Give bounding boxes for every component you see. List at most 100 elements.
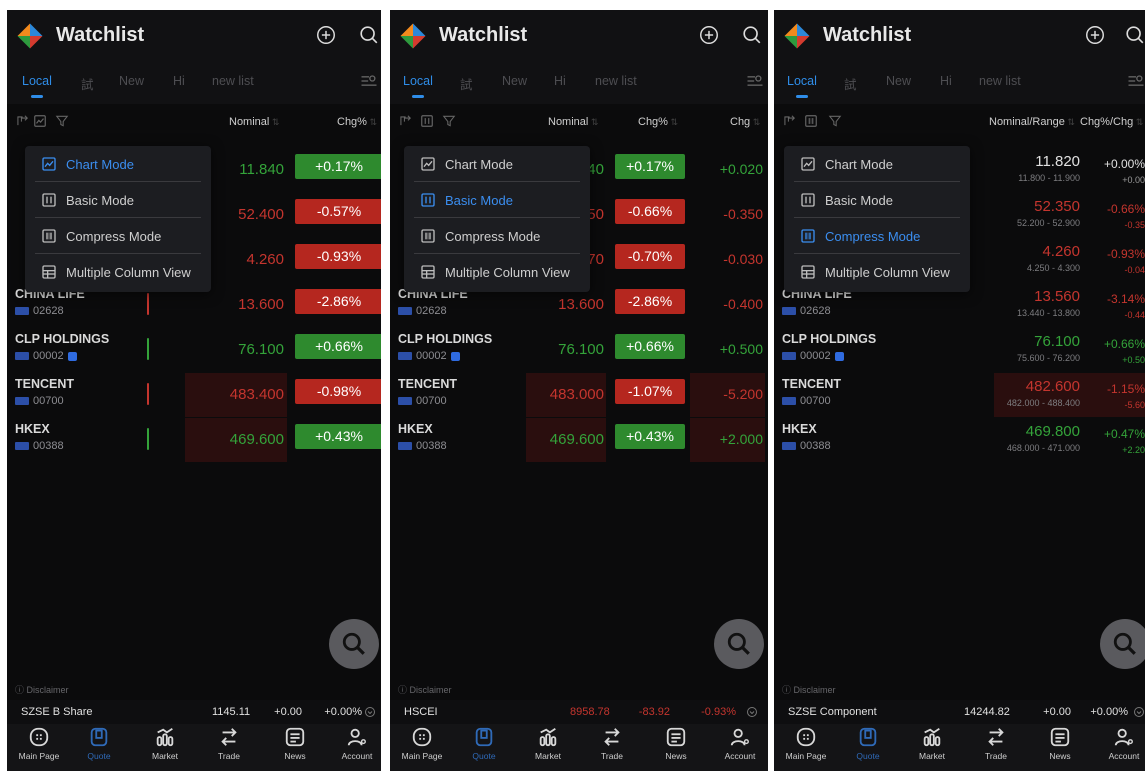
stock-row[interactable]: HKEX 00388 469.600 +0.43% (7, 418, 381, 462)
nav-item-market[interactable]: Market (135, 726, 195, 761)
nav-item-news[interactable]: News (1030, 726, 1090, 761)
nav-item-quote[interactable]: Quote (454, 726, 514, 761)
column-label-0[interactable]: Nominal/Range ⇅ (989, 116, 1075, 128)
menu-item-multiple-column[interactable]: Multiple Column View (404, 254, 590, 290)
tab-2[interactable]: New (886, 74, 911, 88)
column-label-1[interactable]: Chg% ⇅ (337, 116, 377, 128)
tab-0[interactable]: Local (403, 74, 433, 88)
tab-1[interactable]: 試 (460, 74, 473, 93)
add-stock-icon[interactable] (1084, 24, 1106, 46)
stock-row[interactable]: TENCENT 00700 482.600 482.000 - 488.400 -1.1… (774, 373, 1145, 417)
tab-4[interactable]: new list (595, 74, 637, 88)
tab-1[interactable]: 試 (81, 74, 94, 93)
column-label-1[interactable]: Chg%/Chg ⇅ (1080, 116, 1143, 128)
menu-item-chart-mode[interactable]: Chart Mode (25, 146, 211, 182)
nav-item-market[interactable]: Market (902, 726, 962, 761)
nav-item-trade[interactable]: Trade (582, 726, 642, 761)
compress-mode-icon[interactable] (804, 114, 818, 128)
share-icon[interactable] (782, 114, 796, 128)
floating-search-button[interactable] (1100, 619, 1145, 669)
menu-item-basic-mode[interactable]: Basic Mode (25, 182, 211, 218)
tab-4[interactable]: new list (979, 74, 1021, 88)
nav-item-account[interactable]: Account (327, 726, 381, 761)
menu-item-chart-mode[interactable]: Chart Mode (784, 146, 970, 182)
column-header: Nominal/Range ⇅ Chg%/Chg ⇅ (774, 110, 1145, 134)
nav-item-news[interactable]: News (646, 726, 706, 761)
floating-search-button[interactable] (714, 619, 764, 669)
tab-1[interactable]: 試 (844, 74, 857, 93)
nav-item-account[interactable]: Account (710, 726, 768, 761)
tab-4[interactable]: new list (212, 74, 254, 88)
add-stock-icon[interactable] (315, 24, 337, 46)
tab-3[interactable]: Hi (940, 74, 952, 88)
nav-item-home[interactable]: Main Page (392, 726, 452, 761)
menu-item-compress-mode[interactable]: Compress Mode (404, 218, 590, 254)
tab-2[interactable]: New (502, 74, 527, 88)
tab-3[interactable]: Hi (173, 74, 185, 88)
list-settings-icon[interactable] (1126, 71, 1145, 91)
menu-item-multiple-column[interactable]: Multiple Column View (25, 254, 211, 290)
share-icon[interactable] (15, 114, 29, 128)
index-ticker[interactable]: SZSE Component 14244.82 +0.00 +0.00% (774, 700, 1145, 724)
search-icon[interactable] (358, 24, 380, 46)
menu-item-basic-mode[interactable]: Basic Mode (404, 182, 590, 218)
tab-0[interactable]: Local (22, 74, 52, 88)
list-settings-icon[interactable] (359, 71, 379, 91)
news-icon (285, 727, 305, 747)
index-value: 8958.78 (570, 706, 610, 718)
basic-mode-icon[interactable] (420, 114, 434, 128)
filter-icon[interactable] (442, 114, 456, 128)
collapse-icon[interactable] (364, 706, 376, 718)
nav-item-news[interactable]: News (265, 726, 325, 761)
index-ticker[interactable]: SZSE B Share 1145.11 +0.00 +0.00% (7, 700, 381, 724)
column-label-0[interactable]: Nominal ⇅ (229, 116, 279, 128)
index-ticker[interactable]: HSCEI 8958.78 -83.92 -0.93% (390, 700, 768, 724)
sort-icon: ⇅ (1133, 117, 1144, 127)
disclaimer-link[interactable]: ⓘ Disclaimer (398, 683, 452, 696)
column-label-2[interactable]: Chg ⇅ (730, 116, 760, 128)
column-label-1[interactable]: Chg% ⇅ (638, 116, 678, 128)
stock-row[interactable]: TENCENT 00700 483.400 -0.98% (7, 373, 381, 417)
add-stock-icon[interactable] (698, 24, 720, 46)
menu-item-chart-mode[interactable]: Chart Mode (404, 146, 590, 182)
tab-2[interactable]: New (119, 74, 144, 88)
menu-item-compress-mode[interactable]: Compress Mode (25, 218, 211, 254)
nav-item-market[interactable]: Market (518, 726, 578, 761)
list-settings-icon[interactable] (745, 71, 765, 91)
tab-3[interactable]: Hi (554, 74, 566, 88)
nav-item-home[interactable]: Main Page (776, 726, 836, 761)
collapse-icon[interactable] (1133, 706, 1145, 718)
nav-item-quote[interactable]: Quote (838, 726, 898, 761)
stock-row[interactable]: TENCENT 00700 483.000 -1.07% -5.200 (390, 373, 768, 417)
hk-market-badge (15, 307, 29, 316)
search-icon[interactable] (1124, 24, 1145, 46)
compress-mode-icon (801, 229, 815, 243)
disclaimer-link[interactable]: ⓘ Disclaimer (782, 683, 836, 696)
stock-row[interactable]: CLP HOLDINGS 00002 76.100 +0.66% +0.500 (390, 328, 768, 372)
nominal-price: 483.000 (549, 386, 604, 403)
collapse-icon[interactable] (746, 706, 758, 718)
floating-search-button[interactable] (329, 619, 379, 669)
stock-row[interactable]: CLP HOLDINGS 00002 76.100 75.600 - 76.200 +0… (774, 328, 1145, 372)
disclaimer-link[interactable]: ⓘ Disclaimer (15, 683, 69, 696)
nav-item-trade[interactable]: Trade (966, 726, 1026, 761)
nav-item-quote[interactable]: Quote (69, 726, 129, 761)
chart-mode-icon[interactable] (33, 114, 47, 128)
menu-item-basic-mode[interactable]: Basic Mode (784, 182, 970, 218)
connect-badge-icon (834, 351, 844, 361)
stock-row[interactable]: CLP HOLDINGS 00002 76.100 +0.66% (7, 328, 381, 372)
nav-item-account[interactable]: Account (1094, 726, 1145, 761)
search-icon[interactable] (741, 24, 763, 46)
tab-0[interactable]: Local (787, 74, 817, 88)
nav-item-home[interactable]: Main Page (9, 726, 69, 761)
market-icon (923, 727, 941, 747)
filter-icon[interactable] (55, 114, 69, 128)
filter-icon[interactable] (828, 114, 842, 128)
nav-item-trade[interactable]: Trade (199, 726, 259, 761)
stock-row[interactable]: HKEX 00388 469.600 +0.43% +2.000 (390, 418, 768, 462)
share-icon[interactable] (398, 114, 412, 128)
menu-item-multiple-column[interactable]: Multiple Column View (784, 254, 970, 290)
stock-row[interactable]: HKEX 00388 469.800 468.000 - 471.000 +0.47% +… (774, 418, 1145, 462)
column-label-0[interactable]: Nominal ⇅ (548, 116, 598, 128)
menu-item-compress-mode[interactable]: Compress Mode (784, 218, 970, 254)
